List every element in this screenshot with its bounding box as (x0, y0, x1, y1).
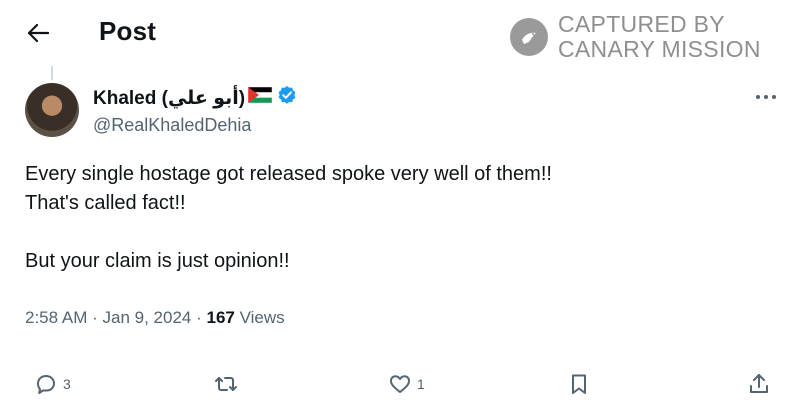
back-arrow-icon (27, 24, 49, 42)
bookmark-icon (572, 374, 586, 394)
views-count: 167 (206, 308, 235, 327)
like-button[interactable]: 1 (388, 372, 425, 396)
watermark-line2: CANARY MISSION (558, 36, 761, 62)
post-date[interactable]: Jan 9, 2024 (103, 308, 192, 327)
watermark-line1: CAPTURED BY (558, 11, 725, 37)
avatar[interactable] (25, 83, 79, 137)
canary-logo-icon (510, 18, 548, 56)
heart-icon (390, 375, 410, 393)
post-body: Every single hostage got released spoke … (25, 160, 765, 276)
watermark: CAPTURED BY CANARY MISSION (510, 12, 761, 62)
author-display-name[interactable]: Khaled (أبو علي) (93, 87, 245, 110)
repost-icon (215, 377, 237, 391)
author-handle[interactable]: @RealKhaledDehia (93, 115, 251, 136)
action-bar: 3 1 (0, 368, 800, 404)
post-text-line: Every single hostage got released spoke … (25, 163, 552, 185)
more-options-button[interactable] (748, 85, 784, 109)
page-title: Post (99, 16, 157, 46)
back-button[interactable] (22, 18, 54, 48)
post-text-line: But your claim is just opinion!! (25, 250, 290, 272)
palestine-flag-icon (247, 86, 273, 109)
post-text-line: That's called fact!! (25, 192, 186, 214)
reply-count: 3 (63, 376, 71, 392)
views-label: Views (239, 308, 285, 327)
share-button[interactable] (747, 372, 771, 396)
reply-icon (37, 375, 55, 394)
author-name-row[interactable]: Khaled (أبو علي) (93, 85, 297, 111)
post-time[interactable]: 2:58 AM (25, 308, 87, 327)
post-meta: 2:58 AM · Jan 9, 2024 · 167 Views (25, 308, 285, 328)
thread-line (51, 66, 53, 80)
reply-button[interactable]: 3 (34, 372, 71, 396)
share-icon (750, 374, 768, 393)
bookmark-button[interactable] (567, 372, 591, 396)
meta-separator: · (196, 308, 207, 327)
more-dots-icon (756, 95, 776, 99)
like-count: 1 (417, 376, 425, 392)
post-header: Post CAPTURED BY CANARY MISSION (0, 0, 800, 66)
watermark-text: CAPTURED BY CANARY MISSION (558, 12, 761, 62)
post-text-line (25, 218, 765, 247)
meta-separator: · (92, 308, 103, 327)
repost-button[interactable] (214, 372, 238, 396)
verified-badge-icon (277, 85, 297, 111)
